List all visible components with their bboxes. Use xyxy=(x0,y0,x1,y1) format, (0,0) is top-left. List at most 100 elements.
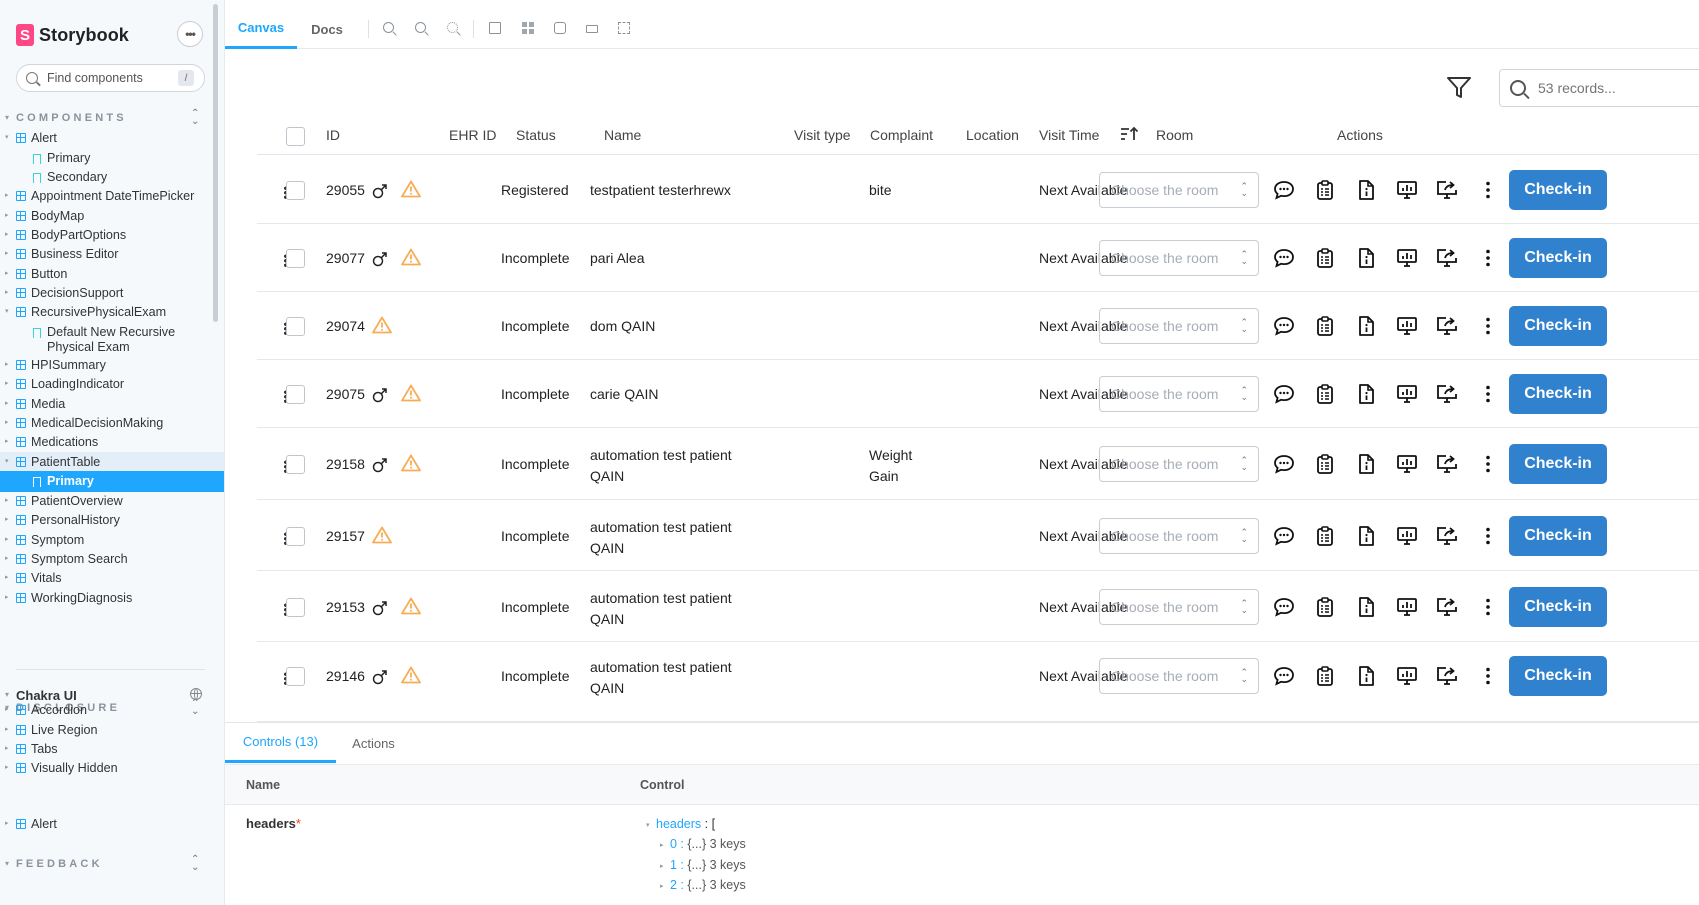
check-in-button[interactable]: Check-in xyxy=(1509,587,1607,627)
chevron-right-icon[interactable]: ▸ xyxy=(660,841,664,849)
sidebar-item-workingdiagnosis[interactable]: ▸ WorkingDiagnosis xyxy=(0,588,224,609)
sidebar-story-primary[interactable]: Primary xyxy=(0,471,224,492)
more-vertical-icon[interactable] xyxy=(1477,525,1499,547)
sidebar-item-accordion[interactable]: ▸ Accordion xyxy=(0,700,224,721)
clipboard-icon[interactable] xyxy=(1314,315,1336,337)
records-search[interactable] xyxy=(1499,69,1699,107)
sort-ascending-icon[interactable] xyxy=(1120,126,1138,142)
records-search-input[interactable] xyxy=(1538,80,1699,96)
monitor-chart-icon[interactable] xyxy=(1396,383,1418,405)
header-status[interactable]: Status xyxy=(516,127,556,143)
screen-share-icon[interactable] xyxy=(1436,665,1458,687)
table-row[interactable]: 29055 Registered testpatient testerhrewx bi… xyxy=(257,156,1699,224)
clipboard-icon[interactable] xyxy=(1314,179,1336,201)
table-row[interactable]: 29075 Incomplete carie QAIN Next Available C… xyxy=(257,360,1699,428)
document-info-icon[interactable] xyxy=(1355,179,1377,201)
screen-share-icon[interactable] xyxy=(1436,596,1458,618)
chevron-right-icon[interactable]: ▸ xyxy=(660,882,664,890)
chat-icon[interactable] xyxy=(1273,596,1295,618)
monitor-chart-icon[interactable] xyxy=(1396,247,1418,269)
check-in-button[interactable]: Check-in xyxy=(1509,374,1607,414)
document-info-icon[interactable] xyxy=(1355,315,1377,337)
header-name[interactable]: Name xyxy=(604,127,641,143)
sidebar-item-alert[interactable]: ▸ Alert xyxy=(0,814,224,835)
sidebar-story-primary[interactable]: Primary xyxy=(0,148,224,169)
table-row[interactable]: 29153 Incomplete automation test patient Q… xyxy=(257,571,1699,642)
header-room[interactable]: Room xyxy=(1156,127,1193,143)
chat-icon[interactable] xyxy=(1273,247,1295,269)
json-item[interactable]: ▸ 1 : {...} 3 keys xyxy=(660,858,746,872)
sidebar-item-symptom-search[interactable]: ▸ Symptom Search xyxy=(0,549,224,570)
room-select[interactable]: Choose the room ⌃ ⌄ xyxy=(1099,446,1259,482)
cell-name[interactable]: automation test patient QAIN xyxy=(590,445,740,487)
room-select[interactable]: Choose the room ⌃ ⌄ xyxy=(1099,376,1259,412)
sidebar-item-medicaldecisionmaking[interactable]: ▸ MedicalDecisionMaking xyxy=(0,413,224,434)
sidebar-item-tabs[interactable]: ▸ Tabs xyxy=(0,739,224,760)
screen-share-icon[interactable] xyxy=(1436,525,1458,547)
select-all-checkbox[interactable] xyxy=(286,127,305,146)
header-complaint[interactable]: Complaint xyxy=(870,127,933,143)
more-vertical-icon[interactable] xyxy=(1477,315,1499,337)
monitor-chart-icon[interactable] xyxy=(1396,315,1418,337)
table-row[interactable]: 29074 Incomplete dom QAIN Next Available Cho… xyxy=(257,292,1699,360)
find-components-search[interactable]: Find components / xyxy=(16,64,205,92)
cell-name[interactable]: automation test patient QAIN xyxy=(590,517,740,559)
check-in-button[interactable]: Check-in xyxy=(1509,444,1607,484)
room-select[interactable]: Choose the room ⌃ ⌄ xyxy=(1099,589,1259,625)
chat-icon[interactable] xyxy=(1273,665,1295,687)
sidebar-scrollbar[interactable] xyxy=(213,4,218,322)
zoom-in-icon[interactable] xyxy=(383,22,394,33)
cell-name[interactable]: dom QAIN xyxy=(590,318,655,334)
clipboard-icon[interactable] xyxy=(1314,247,1336,269)
room-select[interactable]: Choose the room ⌃ ⌄ xyxy=(1099,518,1259,554)
row-checkbox[interactable] xyxy=(286,249,305,268)
table-row[interactable]: 29158 Incomplete automation test patient Q… xyxy=(257,428,1699,500)
document-info-icon[interactable] xyxy=(1355,665,1377,687)
check-in-button[interactable]: Check-in xyxy=(1509,306,1607,346)
more-vertical-icon[interactable] xyxy=(1477,665,1499,687)
sidebar-item-patientoverview[interactable]: ▸ PatientOverview xyxy=(0,491,224,512)
check-in-button[interactable]: Check-in xyxy=(1509,238,1607,278)
chat-icon[interactable] xyxy=(1273,525,1295,547)
header-id[interactable]: ID xyxy=(326,127,340,143)
sidebar-item-media[interactable]: ▸ Media xyxy=(0,394,224,415)
background-icon[interactable] xyxy=(489,22,501,34)
room-select[interactable]: Choose the room ⌃ ⌄ xyxy=(1099,308,1259,344)
tab-actions[interactable]: Actions xyxy=(336,723,411,763)
sidebar-story-secondary[interactable]: Secondary xyxy=(0,167,224,188)
cell-name[interactable]: automation test patient QAIN xyxy=(590,588,740,630)
chevron-down-icon[interactable]: ▾ xyxy=(646,821,650,829)
sidebar-item-live-region[interactable]: ▸ Live Region xyxy=(0,720,224,741)
sidebar-item-medications[interactable]: ▸ Medications xyxy=(0,432,224,453)
json-item[interactable]: ▸ 0 : {...} 3 keys xyxy=(660,837,746,851)
chevron-right-icon[interactable]: ▸ xyxy=(660,862,664,870)
more-vertical-icon[interactable] xyxy=(1477,247,1499,269)
header-location[interactable]: Location xyxy=(966,127,1019,143)
sidebar-item-personalhistory[interactable]: ▸ PersonalHistory xyxy=(0,510,224,531)
row-checkbox[interactable] xyxy=(286,527,305,546)
screen-share-icon[interactable] xyxy=(1436,315,1458,337)
row-checkbox[interactable] xyxy=(286,598,305,617)
header-actions[interactable]: Actions xyxy=(1337,127,1383,143)
viewport-icon[interactable] xyxy=(554,22,566,34)
filter-icon[interactable] xyxy=(1446,76,1472,100)
more-menu-button[interactable]: ••• xyxy=(177,21,203,47)
storybook-brand[interactable]: S Storybook xyxy=(16,22,129,48)
document-info-icon[interactable] xyxy=(1355,596,1377,618)
document-info-icon[interactable] xyxy=(1355,453,1377,475)
check-in-button[interactable]: Check-in xyxy=(1509,656,1607,696)
sidebar-item-button[interactable]: ▸ Button xyxy=(0,264,224,285)
sidebar-item-hpisummary[interactable]: ▸ HPISummary xyxy=(0,355,224,376)
row-checkbox[interactable] xyxy=(286,385,305,404)
outline-icon[interactable] xyxy=(618,22,630,34)
sidebar-story-default-new-recursive-physical-exam[interactable]: Default New Recursive Physical Exam xyxy=(0,322,224,356)
cell-name[interactable]: testpatient testerhrewx xyxy=(590,182,731,198)
more-vertical-icon[interactable] xyxy=(1477,596,1499,618)
clipboard-icon[interactable] xyxy=(1314,665,1336,687)
json-root[interactable]: ▾ headers : [ xyxy=(646,817,715,831)
document-info-icon[interactable] xyxy=(1355,383,1377,405)
cell-name[interactable]: pari Alea xyxy=(590,250,644,266)
tab-docs[interactable]: Docs xyxy=(297,9,357,49)
more-vertical-icon[interactable] xyxy=(1477,453,1499,475)
table-row[interactable]: 29157 Incomplete automation test patient Q… xyxy=(257,500,1699,571)
